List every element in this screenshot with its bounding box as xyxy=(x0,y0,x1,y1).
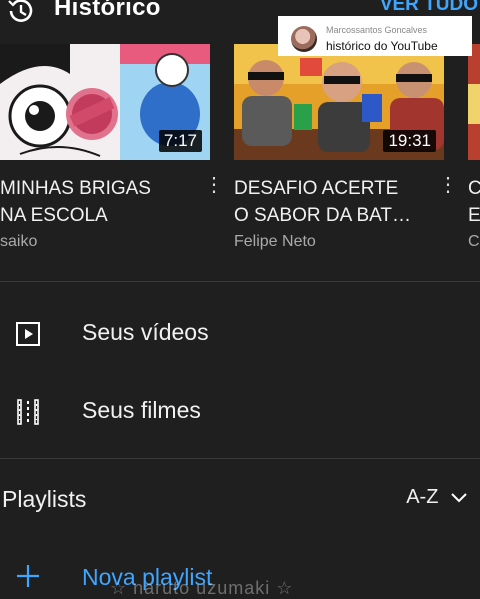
plus-icon xyxy=(17,565,39,587)
section-title: Histórico xyxy=(54,0,161,21)
divider xyxy=(0,281,480,282)
video-channel: saiko xyxy=(0,233,38,250)
more-options-icon[interactable]: ⋮ xyxy=(438,175,458,195)
avatar xyxy=(291,26,317,52)
play-box-icon xyxy=(16,322,40,346)
video-card[interactable]: C E C xyxy=(468,44,480,264)
film-strip-icon xyxy=(17,399,39,425)
sort-label: A-Z xyxy=(406,486,439,508)
video-title: MINHAS BRIGAS NA ESCOLA xyxy=(0,178,151,226)
comment-user: Marcossantos Goncalves xyxy=(326,25,428,35)
watermark: ☆ naruto uzumaki ☆ xyxy=(110,578,294,598)
library-item-label: Seus vídeos xyxy=(82,319,209,345)
more-options-icon[interactable]: ⋮ xyxy=(204,175,224,195)
playlists-heading: Playlists xyxy=(2,486,87,512)
overlay-comment: Marcossantos Goncalves histórico do YouT… xyxy=(278,16,472,56)
comment-text: histórico do YouTube xyxy=(326,39,438,53)
playlists-header: Playlists A-Z xyxy=(0,480,480,520)
video-thumbnail[interactable] xyxy=(468,44,480,160)
video-duration: 7:17 xyxy=(158,130,202,152)
video-title: DESAFIO ACERTE O SABOR DA BAT… xyxy=(234,178,412,226)
video-channel: Felipe Neto xyxy=(234,233,316,250)
video-title: C E xyxy=(468,178,480,226)
sort-dropdown[interactable]: A-Z xyxy=(406,486,468,509)
library-item-your-videos[interactable]: Seus vídeos xyxy=(0,308,480,358)
library-item-label: Seus filmes xyxy=(82,397,201,423)
divider xyxy=(0,458,480,459)
video-thumbnail[interactable]: 7:17 xyxy=(0,44,210,160)
video-duration: 19:31 xyxy=(383,130,436,152)
library-item-your-movies[interactable]: Seus filmes xyxy=(0,386,480,436)
history-icon[interactable] xyxy=(4,0,38,28)
video-thumbnail[interactable]: 19:31 xyxy=(234,44,444,160)
video-channel: C xyxy=(468,233,480,250)
chevron-down-icon xyxy=(451,493,467,503)
see-all-link[interactable]: VER TUDO xyxy=(380,0,478,16)
